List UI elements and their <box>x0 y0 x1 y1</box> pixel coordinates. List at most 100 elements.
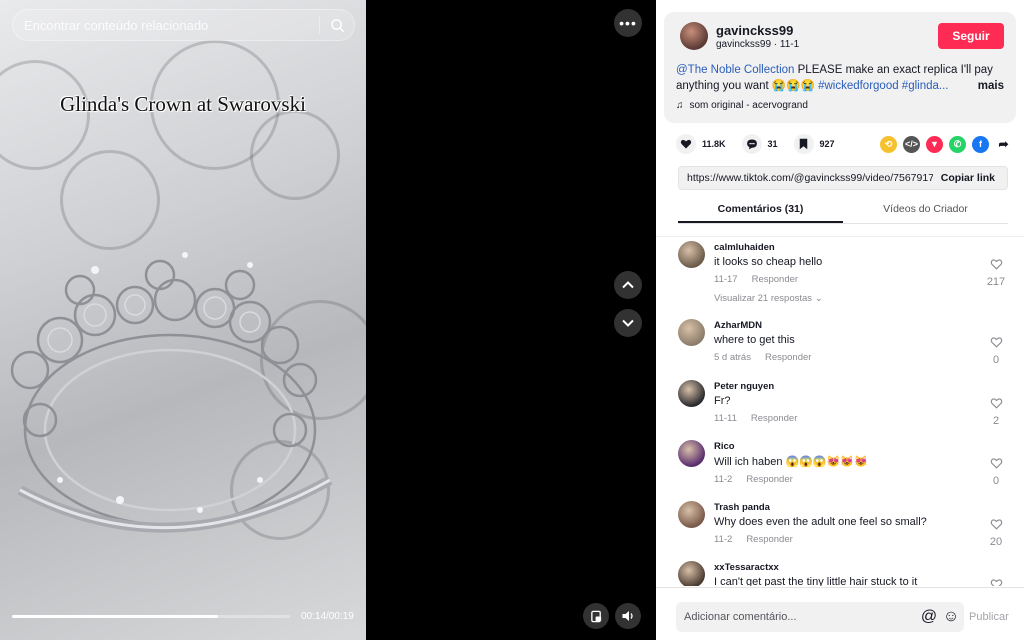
comment-avatar[interactable] <box>678 379 705 407</box>
comment-item: calmluhaiden it looks so cheap hello 11-… <box>656 237 1024 315</box>
search-button[interactable] <box>320 10 354 40</box>
more-dots-icon: ••• <box>619 15 637 31</box>
background-shadow <box>250 110 340 200</box>
comment-username[interactable]: Trash panda <box>714 497 1024 513</box>
reply-button[interactable]: Responder <box>752 274 798 285</box>
floating-player-button[interactable] <box>583 603 609 629</box>
embed-icon[interactable]: </> <box>903 135 920 153</box>
comment-text: I can't get past the tiny little hair st… <box>714 576 918 586</box>
comment-text: where to get this <box>714 334 795 346</box>
whatsapp-icon[interactable]: ✆ <box>949 135 966 153</box>
crown-image <box>10 252 333 533</box>
comment-input[interactable] <box>676 611 920 623</box>
comment-meta: 11-2 Responder <box>714 474 1024 485</box>
previous-video-button[interactable] <box>614 271 642 299</box>
reply-button[interactable]: Responder <box>765 352 811 363</box>
comment-username[interactable]: AzharMDN <box>714 315 1024 331</box>
mention-icon[interactable]: @ <box>920 608 938 626</box>
save-stat[interactable]: 927 <box>793 134 835 154</box>
next-video-button[interactable] <box>614 309 642 337</box>
video-link-text[interactable]: https://www.tiktok.com/@gavinckss99/vide… <box>679 172 933 184</box>
floating-player-icon <box>590 610 601 622</box>
comment-like-count: 0 <box>992 475 1000 487</box>
comment-username[interactable]: Peter nguyen <box>714 376 1024 392</box>
heart-outline-icon <box>990 337 1002 348</box>
comment-like[interactable]: 217 <box>986 257 1006 288</box>
comment-like[interactable]: 2 <box>986 396 1006 427</box>
share-arrow-icon[interactable]: ➦ <box>995 135 1012 153</box>
emoji-icon[interactable]: ☺ <box>942 608 960 626</box>
chevron-down-icon <box>622 319 634 327</box>
comment-username[interactable]: xxTessaractxx <box>714 557 1024 573</box>
volume-icon <box>622 611 633 621</box>
reply-button[interactable]: Responder <box>746 474 792 485</box>
comment-like-count: 20 <box>989 535 1003 548</box>
comment-avatar[interactable] <box>678 440 705 467</box>
comment-avatar[interactable] <box>678 500 705 528</box>
comments-list: calmluhaiden it looks so cheap hello 11-… <box>656 236 1024 586</box>
video-player[interactable]: Glinda's Crown at Swarovski Encontrar co… <box>0 0 366 640</box>
reply-button[interactable]: Responder <box>751 413 797 424</box>
author-row: gavinckss99 gavinckss99 · 11-1 Seguir <box>676 22 1004 50</box>
comment-like[interactable]: 0 <box>986 456 1006 487</box>
details-panel: gavinckss99 gavinckss99 · 11-1 Seguir @T… <box>656 0 1024 640</box>
follow-button[interactable]: Seguir <box>938 23 1004 49</box>
comment-composer: @ ☺ Publicar <box>656 587 1024 640</box>
heart-outline-icon <box>990 259 1002 270</box>
search-bar <box>12 9 355 41</box>
like-stat[interactable]: 11.8K <box>676 134 726 154</box>
music-note-icon: ♫ <box>676 100 684 111</box>
video-link-box: https://www.tiktok.com/@gavinckss99/vide… <box>678 166 1008 190</box>
author-avatar[interactable] <box>680 22 708 50</box>
volume-button[interactable] <box>615 603 641 629</box>
heart-outline-icon <box>990 579 1002 586</box>
search-icon <box>330 18 344 32</box>
comment-item: xxTessaractxx I can't get past the tiny … <box>656 557 1024 586</box>
share-icons: ⟲ </> ▼ ✆ f ➦ <box>880 135 1012 153</box>
comment-date: 11-2 <box>714 533 733 545</box>
author-names: gavinckss99 gavinckss99 · 11-1 <box>716 23 938 50</box>
comment-like[interactable]: 20 <box>986 517 1006 548</box>
comment-count: 31 <box>767 139 778 149</box>
comment-item: Trash panda Why does even the adult one … <box>656 497 1024 558</box>
video-progress-bar[interactable] <box>12 615 290 618</box>
search-input[interactable] <box>13 17 319 33</box>
copy-link-button[interactable]: Copiar link <box>933 172 1007 184</box>
comment-meta: 11-11 Responder <box>714 413 1024 424</box>
comment-avatar[interactable] <box>678 561 705 586</box>
comment-like-count: 0 <box>992 354 1000 366</box>
comment-avatar[interactable] <box>678 241 705 268</box>
video-time: 00:14/00:19 <box>301 611 354 622</box>
send-icon[interactable]: ▼ <box>926 135 943 153</box>
comment-like[interactable] <box>986 577 1006 586</box>
heart-icon <box>676 134 696 154</box>
view-replies-button[interactable]: Visualizar 21 respostas ⌄ <box>714 293 1024 304</box>
more-options-button[interactable]: ••• <box>614 9 642 37</box>
music-row[interactable]: ♫ som original - acervogrand <box>676 100 1004 111</box>
description-hashtags[interactable]: #wickedforgood #glinda... <box>818 80 948 92</box>
comment-input-wrapper: @ ☺ <box>676 602 964 632</box>
comment-item: Rico Will ich haben 😱😱😱😻😻😻 11-2 Responder… <box>656 436 1024 497</box>
publish-button[interactable]: Publicar <box>969 611 1009 623</box>
comment-item: Peter nguyen Fr? 11-11 Responder 2 <box>656 376 1024 437</box>
facebook-icon[interactable]: f <box>972 135 989 153</box>
comment-date: 11-2 <box>714 474 733 485</box>
comment-username[interactable]: calmluhaiden <box>714 237 1024 253</box>
comment-meta: 11-2 Responder <box>714 534 1024 545</box>
author-handle[interactable]: gavinckss99 <box>716 23 938 38</box>
tab-comments[interactable]: Comentários (31) <box>678 198 843 223</box>
author-card: gavinckss99 gavinckss99 · 11-1 Seguir @T… <box>664 12 1016 123</box>
tab-creator-videos[interactable]: Vídeos do Criador <box>843 198 1008 223</box>
comment-stat[interactable]: 31 <box>741 134 778 154</box>
comment-meta: 11-17 Responder <box>714 274 1024 285</box>
comment-text: Why does even the adult one feel so smal… <box>714 515 927 528</box>
repost-icon[interactable]: ⟲ <box>880 135 897 153</box>
description-mention[interactable]: @The Noble Collection <box>676 64 794 76</box>
video-description: @The Noble Collection PLEASE make an exa… <box>676 62 1004 94</box>
comment-avatar[interactable] <box>678 319 705 346</box>
comment-like[interactable]: 0 <box>986 335 1006 366</box>
comment-text: it looks so cheap hello <box>714 256 823 268</box>
comment-username[interactable]: Rico <box>714 436 1024 452</box>
description-more-button[interactable]: mais <box>978 78 1004 94</box>
reply-button[interactable]: Responder <box>746 534 792 545</box>
